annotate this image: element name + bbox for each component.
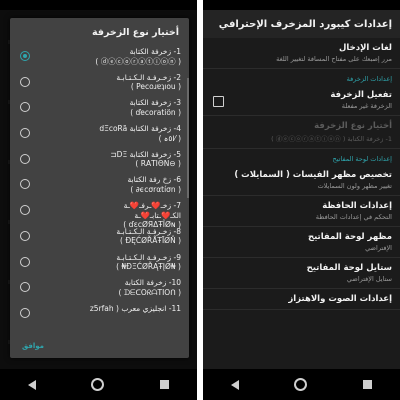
settings-item-title: إعدادات الصوت والاهتزاز <box>288 294 392 304</box>
radio-unselected-icon[interactable] <box>20 102 30 113</box>
radio-option[interactable]: 9- زخـرفـة الـكـتـابـة ( ₦ĐΞĆØŘĄŦĮØ₦ ) <box>10 250 189 276</box>
settings-item-title: تفعيل الزخرفة <box>330 90 392 100</box>
radio-unselected-icon[interactable] <box>20 153 30 164</box>
radio-unselected-icon[interactable] <box>20 282 30 293</box>
option-label: 8- زخـرفـة الـكـتـابـة ( ĐĘĆØŘÅŦĪØŇ ) <box>116 226 181 246</box>
ok-button[interactable]: موافق <box>22 342 44 350</box>
radio-option[interactable]: 11- انجليزي معرب ( z5rfah <box>10 301 189 327</box>
radio-option[interactable]: 10- زخرفة الكتابة ( ᗪᗴᑕOᖇᗩTIOᑎ ) <box>10 275 189 301</box>
settings-item-summary: ستايل الإفتراضي <box>346 275 392 283</box>
radio-unselected-icon[interactable] <box>20 307 30 318</box>
radio-unselected-icon[interactable] <box>20 205 30 216</box>
left-screen: أختيار نوع الزخرفة 1- زخرفة الكتابة ( ⓓⓔ… <box>0 0 197 400</box>
settings-item-title: تخصيص مظهر الفيسات ( السمايلات ) <box>234 170 392 180</box>
settings-item-title: أختيار نوع الزخرفة <box>314 121 392 131</box>
settings-item-title: ستايل لوحة المفاتيح <box>306 263 392 273</box>
settings-category-header: إعدادات لوحة المفاتيح <box>332 155 392 163</box>
option-label: 3- زخرفة الكتابة ( ďecoratiön ) <box>129 98 181 117</box>
settings-item[interactable]: إعدادات الصوت والاهتزاز <box>203 289 400 309</box>
option-label: 10- زخرفة الكتابة ( ᗪᗴᑕOᖇᗩTIOᑎ ) <box>118 278 182 297</box>
settings-item-summary: 1- زخرفة الكتابة ( ⓓⓔⓒⓞⓡⓐⓣⓘⓞⓝ ) <box>271 135 392 143</box>
option-label: 5- زخرفة الكتابة DΞ⊏ ( ⊖RΑTIΘN ) <box>110 149 181 169</box>
status-bar <box>203 0 400 10</box>
navigation-bar <box>203 369 400 400</box>
settings-item[interactable]: مظهر لوحة المفاتيح الإفتراضي <box>203 227 400 257</box>
settings-item: أختيار نوع الزخرفة 1- زخرفة الكتابة ( ⓓⓔⓒ… <box>203 116 400 148</box>
radio-option[interactable]: 2- زخـرفـة الـكـتـابـة ( Pecoɹɐʇıou ) <box>10 70 189 96</box>
option-label: 2- زخـرفـة الـكـتـابـة ( Pecoɹɐʇıou ) <box>116 72 181 92</box>
radio-option[interactable]: 7- زخـ❤️ـرفـ❤️ـة الكـ❤️ـتابـ❤️ـة ( ɗɛcØЯ… <box>10 198 189 229</box>
settings-item-title: مظهر لوحة المفاتيح <box>307 232 392 242</box>
divider <box>203 309 400 310</box>
scrollbar[interactable] <box>187 78 189 198</box>
settings-item[interactable]: إعدادات الحافظة التحكم في إعدادات الحافظة <box>203 196 400 226</box>
radio-unselected-icon[interactable] <box>20 256 30 267</box>
radio-option[interactable]: 5- زخرفة الكتابة DΞ⊏ ( ⊖RΑTIΘN ) <box>10 147 189 173</box>
radio-selected-icon[interactable] <box>20 51 30 61</box>
option-label: 6- زخ رفة الكتابة ( ϵcσrαtíσn∂ ) <box>127 175 182 194</box>
radio-option[interactable]: 1- زخرفة الكتابة ( ⓓⓔⓒⓞⓡⓐⓣⓘⓞⓝ ) <box>10 44 189 70</box>
settings-item[interactable]: ستايل لوحة المفاتيح ستايل الإفتراضي <box>203 258 400 288</box>
recent-apps-icon[interactable] <box>160 380 170 389</box>
navigation-bar <box>0 369 197 400</box>
settings-item-title: لغات الإدخال <box>339 43 392 53</box>
right-screen: إعدادات كيبورد المزخرف الإحترافي لغات ال… <box>203 0 400 400</box>
status-bar <box>0 0 197 10</box>
option-label: 9- زخـرفـة الـكـتـابـة ( ₦ĐΞĆØŘĄŦĮØ₦ ) <box>116 252 181 272</box>
settings-item-summary: الإفتراضي <box>365 244 392 252</box>
settings-item-title: إعدادات الحافظة <box>322 201 392 211</box>
settings-item[interactable]: تفعيل الزخرفة الزخرفة غير مفعلة <box>203 85 400 115</box>
option-label: 1- زخرفة الكتابة ( ⓓⓔⓒⓞⓡⓐⓣⓘⓞⓝ ) <box>95 47 181 66</box>
settings-list: لغات الإدخال مرر إصبعك على مفتاح المسافة … <box>203 38 400 369</box>
settings-item[interactable]: تخصيص مظهر الفيسات ( السمايلات ) تغيير مظ… <box>203 165 400 195</box>
options-list: 1- زخرفة الكتابة ( ⓓⓔⓒⓞⓡⓐⓣⓘⓞⓝ ) 2- زخـرفـ… <box>10 44 189 327</box>
radio-option[interactable]: 4- زخرفة الكتابة dΞcoRã ( ⁄ا٥ہ ) <box>10 121 189 147</box>
radio-option[interactable]: 8- زخـرفـة الـكـتـابـة ( ĐĘĆØŘÅŦĪØŇ ) <box>10 224 189 250</box>
decoration-type-dialog: أختيار نوع الزخرفة 1- زخرفة الكتابة ( ⓓⓔ… <box>10 18 189 358</box>
radio-unselected-icon[interactable] <box>20 76 30 87</box>
radio-unselected-icon[interactable] <box>20 179 30 190</box>
settings-category-header: إعدادات الزخرفة <box>346 75 392 83</box>
back-icon[interactable] <box>230 379 239 390</box>
settings-item-summary: التحكم في إعدادات الحافظة <box>315 213 392 221</box>
option-label: 11- انجليزي معرب ( z5rfah <box>89 303 181 313</box>
radio-option[interactable]: 6- زخ رفة الكتابة ( ϵcσrαtíσn∂ ) <box>10 172 189 198</box>
settings-item-summary: تغيير مظهر ولون السمايلات <box>317 182 392 190</box>
app-bar-title: إعدادات كيبورد المزخرف الإحترافي <box>203 10 400 38</box>
settings-item-summary: الزخرفة غير مفعلة <box>341 102 392 110</box>
settings-item[interactable]: لغات الإدخال مرر إصبعك على مفتاح المسافة … <box>203 38 400 68</box>
radio-unselected-icon[interactable] <box>20 128 30 139</box>
option-label: 4- زخرفة الكتابة dΞcoRã ( ⁄ا٥ہ ) <box>99 124 181 143</box>
radio-unselected-icon[interactable] <box>20 230 30 241</box>
settings-item-summary: مرر إصبعك على مفتاح المسافة لتغيير اللغة <box>276 55 392 63</box>
home-icon[interactable] <box>294 378 308 391</box>
checkbox[interactable] <box>213 96 224 107</box>
home-icon[interactable] <box>91 378 105 391</box>
radio-option[interactable]: 3- زخرفة الكتابة ( ďecoratiön ) <box>10 95 189 121</box>
dialog-title: أختيار نوع الزخرفة <box>92 27 179 38</box>
recent-apps-icon[interactable] <box>363 380 373 389</box>
back-icon[interactable] <box>27 379 36 390</box>
